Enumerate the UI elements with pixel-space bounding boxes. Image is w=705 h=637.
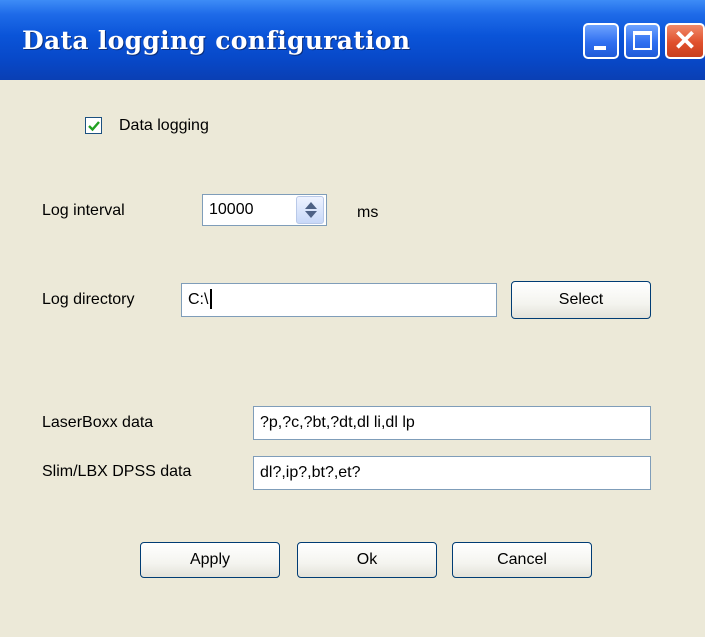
spin-down-icon[interactable]	[305, 211, 317, 218]
text-caret	[210, 289, 212, 309]
log-directory-label: Log directory	[42, 291, 135, 308]
close-button[interactable]: ✕	[665, 23, 705, 59]
checkmark-icon	[88, 121, 100, 132]
select-directory-button[interactable]: Select	[511, 281, 651, 319]
data-logging-checkbox[interactable]	[85, 117, 102, 134]
minimize-icon	[594, 46, 606, 50]
close-icon: ✕	[673, 25, 697, 56]
log-interval-label: Log interval	[42, 202, 125, 219]
spin-up-icon[interactable]	[305, 202, 317, 209]
apply-button[interactable]: Apply	[140, 542, 280, 578]
cancel-button[interactable]: Cancel	[452, 542, 592, 578]
ok-button[interactable]: Ok	[297, 542, 437, 578]
laserboxx-data-input[interactable]: ?p,?c,?bt,?dt,dl li,dl lp	[253, 406, 651, 440]
window-title: Data logging configuration	[22, 26, 411, 55]
maximize-button[interactable]	[624, 23, 660, 59]
maximize-icon	[633, 31, 652, 50]
slim-dpss-data-label: Slim/LBX DPSS data	[42, 463, 192, 480]
laserboxx-data-label: LaserBoxx data	[42, 414, 154, 431]
log-interval-unit: ms	[357, 204, 379, 221]
dialog-window: Data logging configuration ✕ Data loggin…	[0, 0, 705, 637]
log-interval-spinner[interactable]	[296, 196, 324, 224]
minimize-button[interactable]	[583, 23, 619, 59]
title-bar[interactable]: Data logging configuration ✕	[0, 0, 705, 80]
slim-dpss-data-input[interactable]: dl?,ip?,bt?,et?	[253, 456, 651, 490]
log-directory-input[interactable]: C:\	[181, 283, 497, 317]
data-logging-label[interactable]: Data logging	[119, 117, 209, 135]
